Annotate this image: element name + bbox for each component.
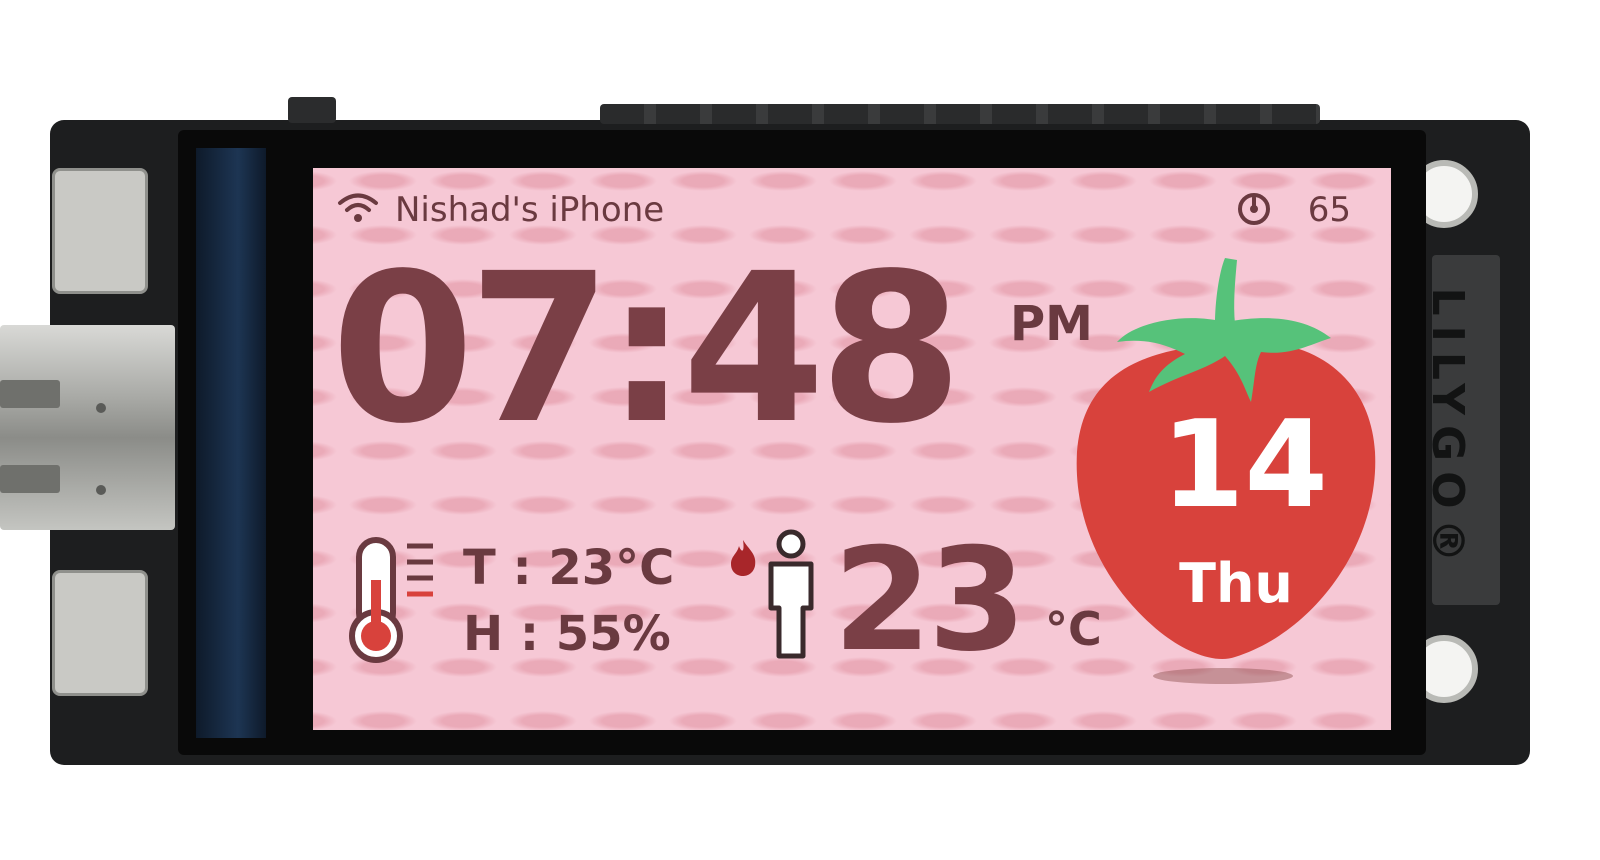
usb-slot xyxy=(0,465,60,493)
clock-time: 07:48 xyxy=(331,229,963,469)
display-screen: Nishad's iPhone 65 07:48 PM T : 23°C H :… xyxy=(313,168,1391,730)
reset-button[interactable] xyxy=(52,570,148,696)
brand-label: LILYGO® xyxy=(1422,287,1473,573)
fire-icon xyxy=(731,540,756,576)
usb-rivet xyxy=(96,485,106,495)
date-weekday: Thu xyxy=(1179,552,1293,615)
person-icon xyxy=(768,529,814,659)
usb-slot xyxy=(0,380,60,408)
signal-value: 65 xyxy=(1307,190,1351,230)
status-bar: Nishad's iPhone 65 xyxy=(337,182,1351,234)
temperature-reading: T : 23°C xyxy=(463,540,675,596)
lcd-flex-edge xyxy=(196,148,266,738)
usb-rivet xyxy=(96,403,106,413)
top-side-button[interactable] xyxy=(288,97,336,123)
humidity-reading: H : 55% xyxy=(463,606,671,662)
wifi-icon xyxy=(338,193,378,222)
usb-c-plug xyxy=(0,325,175,530)
network-name: Nishad's iPhone xyxy=(395,190,665,230)
signal-icon xyxy=(1238,193,1270,225)
boot-button[interactable] xyxy=(52,168,148,294)
thermometer-icon xyxy=(349,537,433,663)
date-day: 14 xyxy=(1161,396,1328,535)
header-pins xyxy=(600,104,1320,124)
feels-like-value: 23 xyxy=(833,518,1027,683)
